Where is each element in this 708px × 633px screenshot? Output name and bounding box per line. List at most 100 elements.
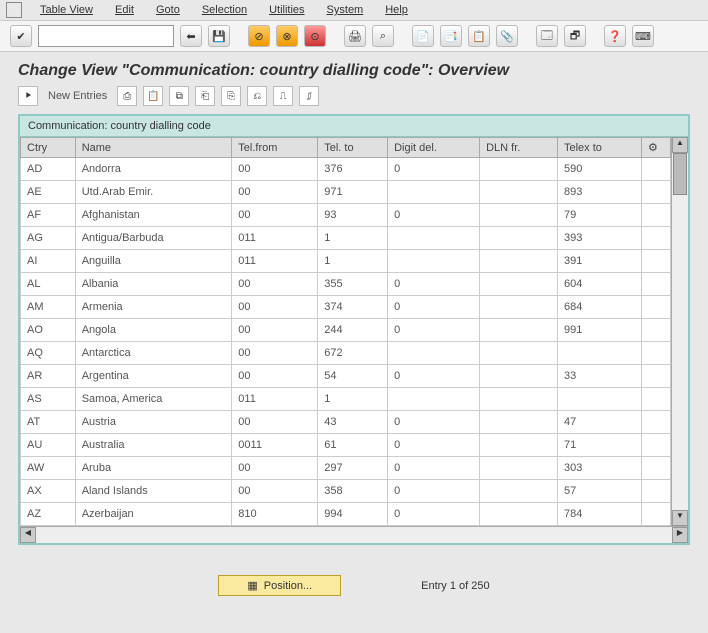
cell[interactable]: 33 bbox=[557, 365, 641, 388]
cell[interactable]: 54 bbox=[318, 365, 388, 388]
cell[interactable]: 590 bbox=[557, 158, 641, 181]
cell[interactable]: AF bbox=[21, 204, 76, 227]
cell[interactable]: 355 bbox=[318, 273, 388, 296]
cell[interactable]: 376 bbox=[318, 158, 388, 181]
cell[interactable]: Aland Islands bbox=[75, 480, 232, 503]
cell[interactable]: 893 bbox=[557, 181, 641, 204]
scroll-right-icon[interactable]: ▶ bbox=[672, 527, 688, 543]
cell[interactable]: AX bbox=[21, 480, 76, 503]
ok-icon[interactable]: ✔ bbox=[10, 25, 32, 47]
cell[interactable]: Anguilla bbox=[75, 250, 232, 273]
table-row[interactable]: ADAndorra003760590 bbox=[21, 158, 671, 181]
cell[interactable] bbox=[480, 342, 558, 365]
page-up-icon[interactable]: 📑 bbox=[440, 25, 462, 47]
cell[interactable]: 71 bbox=[557, 434, 641, 457]
col-telto[interactable]: Tel. to bbox=[318, 138, 388, 158]
table-row[interactable]: AIAnguilla0111391 bbox=[21, 250, 671, 273]
cell[interactable]: 684 bbox=[557, 296, 641, 319]
cell[interactable]: 57 bbox=[557, 480, 641, 503]
cell[interactable]: 810 bbox=[232, 503, 318, 526]
cell[interactable]: 393 bbox=[557, 227, 641, 250]
cell[interactable]: Andorra bbox=[75, 158, 232, 181]
table-row[interactable]: AQAntarctica00672 bbox=[21, 342, 671, 365]
cell[interactable]: AT bbox=[21, 411, 76, 434]
new-session-icon[interactable]: 🗔 bbox=[536, 25, 558, 47]
cell[interactable]: Australia bbox=[75, 434, 232, 457]
cell[interactable]: AE bbox=[21, 181, 76, 204]
cell[interactable]: 0 bbox=[388, 503, 480, 526]
cell[interactable]: 0 bbox=[388, 411, 480, 434]
table-row[interactable]: AMArmenia003740684 bbox=[21, 296, 671, 319]
cell[interactable]: AI bbox=[21, 250, 76, 273]
cell[interactable] bbox=[480, 296, 558, 319]
print2-icon[interactable]: ⎍ bbox=[273, 86, 293, 106]
col-dlnfr[interactable]: DLN fr. bbox=[480, 138, 558, 158]
vertical-scrollbar[interactable]: ▲ ▼ bbox=[671, 137, 688, 526]
cancel-icon[interactable]: ⊘ bbox=[248, 25, 270, 47]
cell[interactable]: 00 bbox=[232, 273, 318, 296]
page-last-icon[interactable]: 📎 bbox=[496, 25, 518, 47]
col-telexto[interactable]: Telex to bbox=[557, 138, 641, 158]
page-down-icon[interactable]: 📋 bbox=[468, 25, 490, 47]
menu-goto[interactable]: Goto bbox=[152, 2, 184, 18]
cell[interactable]: 00 bbox=[232, 296, 318, 319]
new-entries-button[interactable]: New Entries bbox=[44, 88, 111, 104]
cell[interactable]: 0 bbox=[388, 273, 480, 296]
cell[interactable]: 303 bbox=[557, 457, 641, 480]
cell[interactable] bbox=[388, 250, 480, 273]
config-icon[interactable]: ⎌ bbox=[247, 86, 267, 106]
cell[interactable]: 391 bbox=[557, 250, 641, 273]
cell[interactable] bbox=[388, 227, 480, 250]
cell[interactable]: 43 bbox=[318, 411, 388, 434]
cell[interactable]: 00 bbox=[232, 457, 318, 480]
cell[interactable]: 672 bbox=[318, 342, 388, 365]
cell[interactable]: 358 bbox=[318, 480, 388, 503]
menu-edit[interactable]: Edit bbox=[111, 2, 138, 18]
delete-icon[interactable]: 📋 bbox=[143, 86, 163, 106]
cell[interactable]: Aruba bbox=[75, 457, 232, 480]
help2-icon[interactable]: ❓ bbox=[604, 25, 626, 47]
end-icon[interactable]: ⊙ bbox=[304, 25, 326, 47]
cell[interactable]: Antarctica bbox=[75, 342, 232, 365]
cell[interactable]: 971 bbox=[318, 181, 388, 204]
table-row[interactable]: ATAustria0043047 bbox=[21, 411, 671, 434]
menu-utilities[interactable]: Utilities bbox=[265, 2, 308, 18]
cell[interactable]: 1 bbox=[318, 250, 388, 273]
cell[interactable]: Utd.Arab Emir. bbox=[75, 181, 232, 204]
export-icon[interactable]: ⎎ bbox=[299, 86, 319, 106]
select-all-icon[interactable]: ⎗ bbox=[195, 86, 215, 106]
cell[interactable]: AZ bbox=[21, 503, 76, 526]
cell[interactable] bbox=[480, 158, 558, 181]
col-name[interactable]: Name bbox=[75, 138, 232, 158]
cell[interactable]: 297 bbox=[318, 457, 388, 480]
table-row[interactable]: ALAlbania003550604 bbox=[21, 273, 671, 296]
cell[interactable]: Albania bbox=[75, 273, 232, 296]
copy-icon[interactable]: ⎙ bbox=[117, 86, 137, 106]
horizontal-scrollbar[interactable]: ◀ ▶ bbox=[20, 526, 688, 543]
menu-icon[interactable] bbox=[6, 2, 22, 18]
cell[interactable]: 00 bbox=[232, 319, 318, 342]
cell[interactable]: 994 bbox=[318, 503, 388, 526]
find-icon[interactable]: ⌕ bbox=[372, 25, 394, 47]
menu-system[interactable]: System bbox=[323, 2, 368, 18]
col-digitdel[interactable]: Digit del. bbox=[388, 138, 480, 158]
cell[interactable]: AO bbox=[21, 319, 76, 342]
cell[interactable]: AR bbox=[21, 365, 76, 388]
cell[interactable]: 1 bbox=[318, 388, 388, 411]
cell[interactable] bbox=[480, 181, 558, 204]
table-row[interactable]: AWAruba002970303 bbox=[21, 457, 671, 480]
cell[interactable]: 0 bbox=[388, 319, 480, 342]
scroll-left-icon[interactable]: ◀ bbox=[20, 527, 36, 543]
print-icon[interactable]: 🖨 bbox=[344, 25, 366, 47]
undo-icon[interactable]: ⧉ bbox=[169, 86, 189, 106]
cell[interactable]: 00 bbox=[232, 204, 318, 227]
cell[interactable]: AQ bbox=[21, 342, 76, 365]
cell[interactable]: 61 bbox=[318, 434, 388, 457]
cell[interactable]: 93 bbox=[318, 204, 388, 227]
page-first-icon[interactable]: 📄 bbox=[412, 25, 434, 47]
command-field[interactable] bbox=[38, 25, 174, 47]
cell[interactable]: AS bbox=[21, 388, 76, 411]
scroll-thumb[interactable] bbox=[673, 153, 687, 195]
cell[interactable]: 0 bbox=[388, 480, 480, 503]
expand-icon[interactable]: ⯈ bbox=[18, 86, 38, 106]
